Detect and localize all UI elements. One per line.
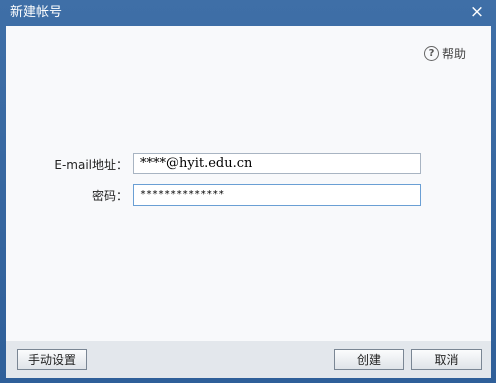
dialog-footer: 手动设置 创建 取消 (6, 341, 491, 378)
help-label: 帮助 (441, 47, 466, 61)
email-label: E-mail地址： (54, 158, 128, 172)
email-input[interactable]: ****@hyit.edu.cn (133, 153, 421, 174)
new-account-dialog: 新建帐号 × ? 帮助 E-mail地址： ****@hyit.edu.cn 密… (0, 0, 496, 383)
title-bar: 新建帐号 × (0, 0, 496, 26)
close-icon[interactable]: × (468, 3, 486, 21)
dialog-title: 新建帐号 (10, 5, 63, 20)
create-button[interactable]: 创建 (334, 349, 404, 370)
password-input[interactable]: ************** (133, 184, 421, 206)
help-icon: ? (423, 46, 439, 61)
dialog-content: ? 帮助 E-mail地址： ****@hyit.edu.cn 密码： ****… (6, 26, 491, 341)
manual-setup-button[interactable]: 手动设置 (17, 349, 87, 370)
password-label: 密码： (91, 189, 128, 203)
help-link[interactable]: ? 帮助 (423, 45, 466, 62)
cancel-button[interactable]: 取消 (411, 349, 482, 370)
